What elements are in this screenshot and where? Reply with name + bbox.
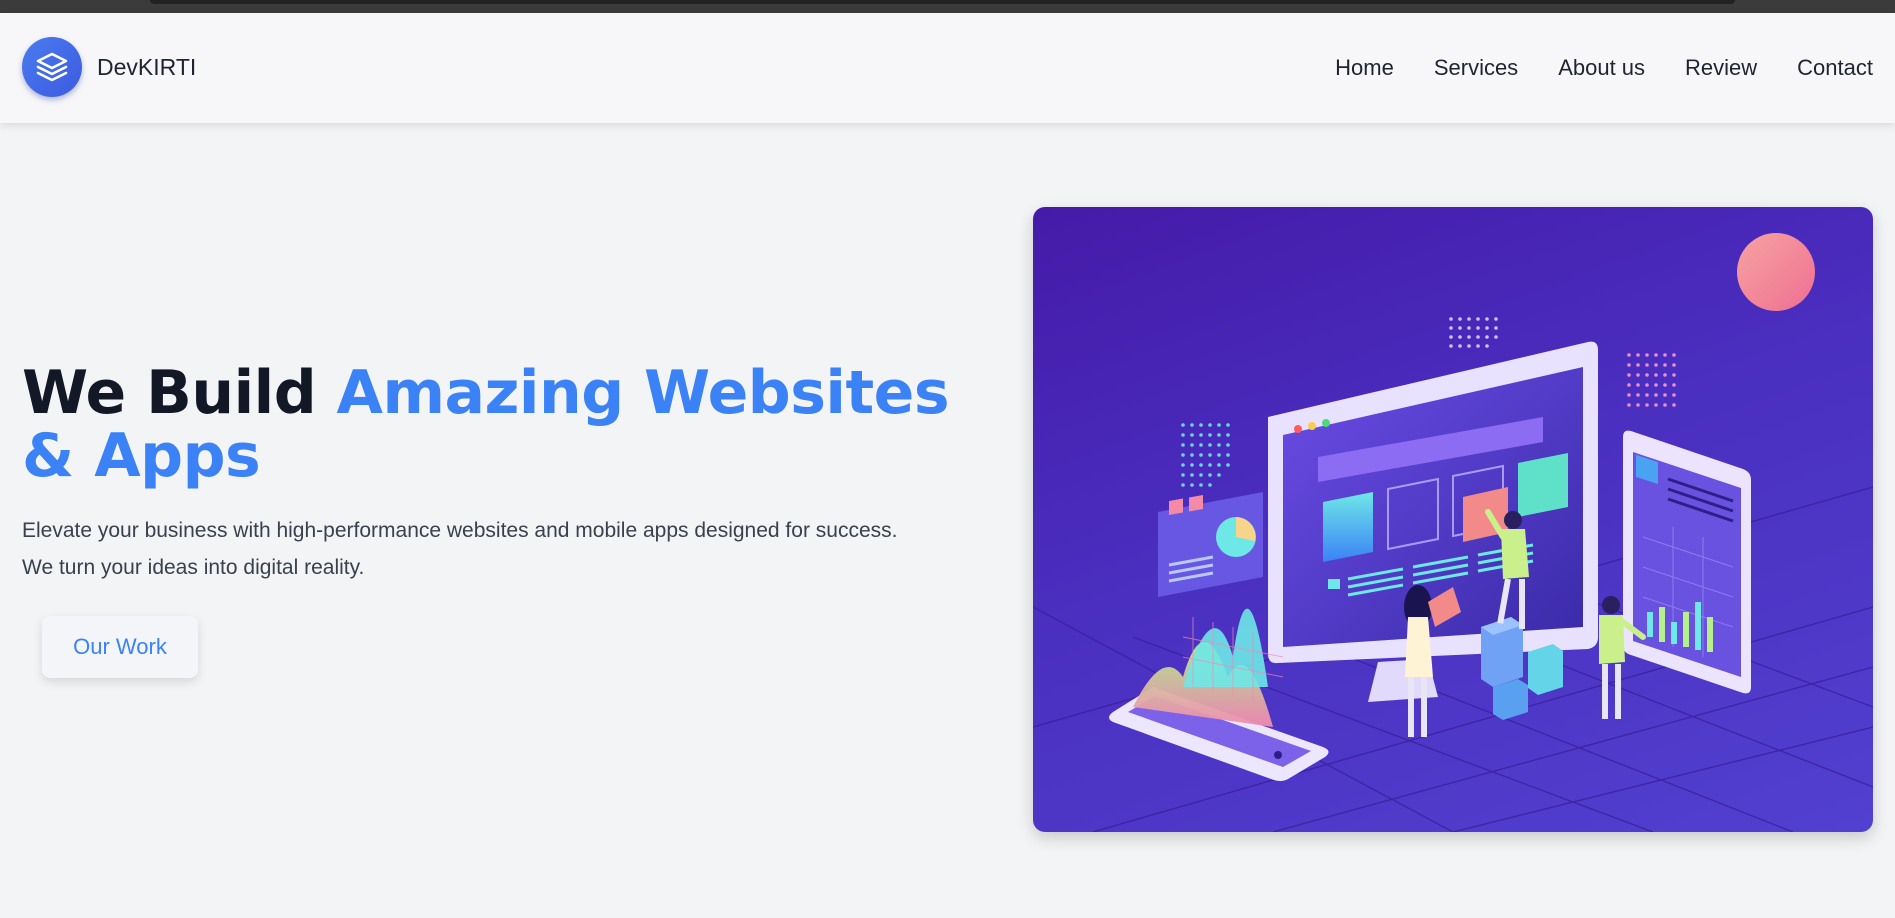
left-dashboard-card [1158,492,1263,597]
nav-link-about[interactable]: About us [1558,55,1645,81]
nav-menu: Home Services About us Review Contact [1335,13,1873,123]
browser-top-strip [0,0,1895,13]
nav-link-home[interactable]: Home [1335,55,1394,81]
person-standing-left [1404,585,1461,737]
our-work-button[interactable]: Our Work [42,616,198,678]
nav-link-contact[interactable]: Contact [1797,55,1873,81]
hero-description-line-2: We turn your ideas into digital reality. [22,556,365,579]
layers-icon[interactable] [22,37,82,97]
nav-link-services[interactable]: Services [1434,55,1518,81]
brand[interactable]: DevKIRTI [22,37,196,97]
navbar: DevKIRTI Home Services About us Review C… [0,13,1895,123]
hero-title: We Build Amazing Websites & Apps [22,362,1002,488]
browser-top-strip-inner [150,0,1735,4]
isometric-illustration-graphic [1033,233,1873,832]
hero-title-lead: We Build [22,358,337,428]
tablet-device [1623,430,1751,694]
brand-name[interactable]: DevKIRTI [97,54,196,81]
hero-description: Elevate your business with high-performa… [22,512,1012,586]
hero-illustration [1033,207,1873,832]
nav-link-review[interactable]: Review [1685,55,1757,81]
hero-description-line-1: Elevate your business with high-performa… [22,519,898,542]
